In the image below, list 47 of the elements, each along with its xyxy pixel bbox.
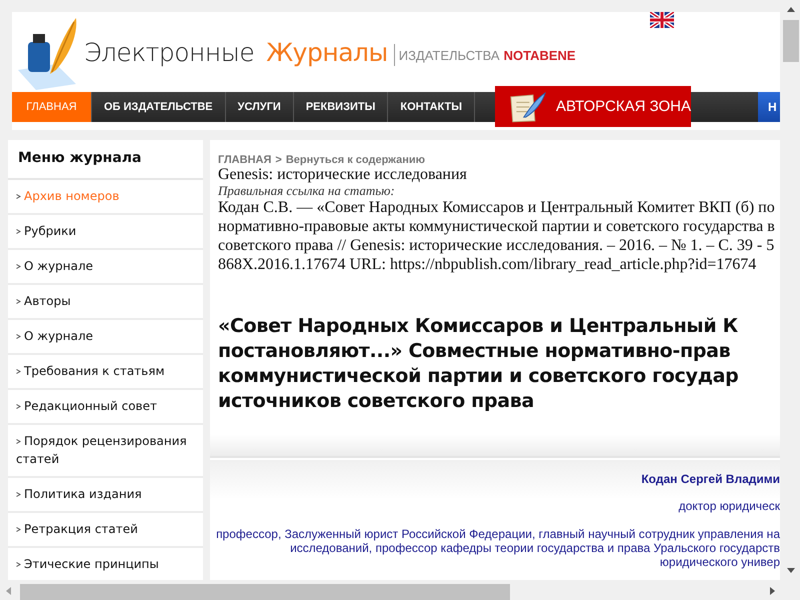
chevron-icon (16, 562, 21, 567)
chevron-icon (16, 527, 21, 532)
citation-text: Кодан С.В. — «Совет Народных Комиссаров и Центральный Комитет ВКП (б) по (217, 198, 776, 217)
uk-flag-icon[interactable] (650, 12, 674, 28)
author-name: Кодан Сергей Владими (640, 472, 780, 487)
citation-text: нормативно-правовые акты коммунистической партии и советского государства в (217, 217, 776, 236)
chevron-icon (16, 404, 21, 409)
publisher-label: ИЗДАТЕЛЬСТВА (398, 48, 500, 62)
chevron-icon (16, 194, 21, 199)
scrollbar-thumb[interactable] (20, 584, 510, 600)
publisher-name: NOTABENE (504, 48, 576, 62)
nav-tab[interactable]: КОНТАКТЫ (388, 92, 476, 122)
nav-tab[interactable]: РЕКВИЗИТЫ (294, 92, 388, 122)
breadcrumb-link[interactable]: Вернуться к содержанию (286, 154, 426, 166)
chevron-icon (16, 439, 21, 444)
article-title: коммунистической партии и советского государ (218, 364, 740, 389)
article-title: источников советского права (218, 389, 536, 414)
scrollbar-thumb[interactable] (783, 20, 799, 62)
chevron-icon (16, 264, 21, 269)
author-zone-button[interactable]: АВТОРСКАЯ ЗОНА (495, 86, 691, 127)
chevron-icon (16, 369, 21, 374)
author-position: профессор, Заслуженный юрист Российской Федерации, главный научный сотрудник управления на (215, 527, 780, 541)
nav-tab[interactable]: Н (758, 92, 780, 122)
citation-text: 868X.2016.1.17674 URL: https://nbpublish.com/library_read_article.php?id=17674 (217, 255, 758, 274)
citation-label: Правильная ссылка на статью: (217, 183, 396, 198)
chevron-icon (16, 492, 21, 497)
scroll-left-icon[interactable] (5, 587, 13, 595)
nav-tab[interactable]: ОБ ИЗДАТЕЛЬСТВЕ (92, 92, 226, 122)
article-title: «Совет Народных Комиссаров и Центральный К (218, 314, 739, 339)
citation-text: советского права // Genesis: исторические исследования. – 2016. – № 1. – С. 39 - 5 (217, 236, 776, 255)
document-quill-icon (509, 90, 546, 124)
breadcrumb-separator: > (275, 154, 282, 166)
scroll-up-icon[interactable] (787, 6, 795, 14)
logo-text: Журналы (266, 38, 388, 66)
scroll-right-icon[interactable] (768, 587, 776, 595)
chevron-icon (16, 229, 21, 234)
journal-name: Genesis: исторические исследования (217, 166, 468, 183)
chevron-icon (16, 299, 21, 304)
author-position: юридического универ (658, 555, 780, 569)
breadcrumb-link[interactable]: ГЛАВНАЯ (218, 154, 272, 166)
scroll-down-icon[interactable] (787, 566, 795, 574)
author-degree: доктор юридическ (678, 499, 780, 513)
chevron-icon (16, 334, 21, 339)
article-title: постановляют...» Совместные нормативно-прав (218, 339, 732, 364)
logo-text: Электронные (84, 38, 254, 66)
nav-tab[interactable]: УСЛУГИ (226, 92, 294, 122)
author-position: исследований, профессор кафедры теории государства и права Уральского государств (289, 541, 780, 555)
